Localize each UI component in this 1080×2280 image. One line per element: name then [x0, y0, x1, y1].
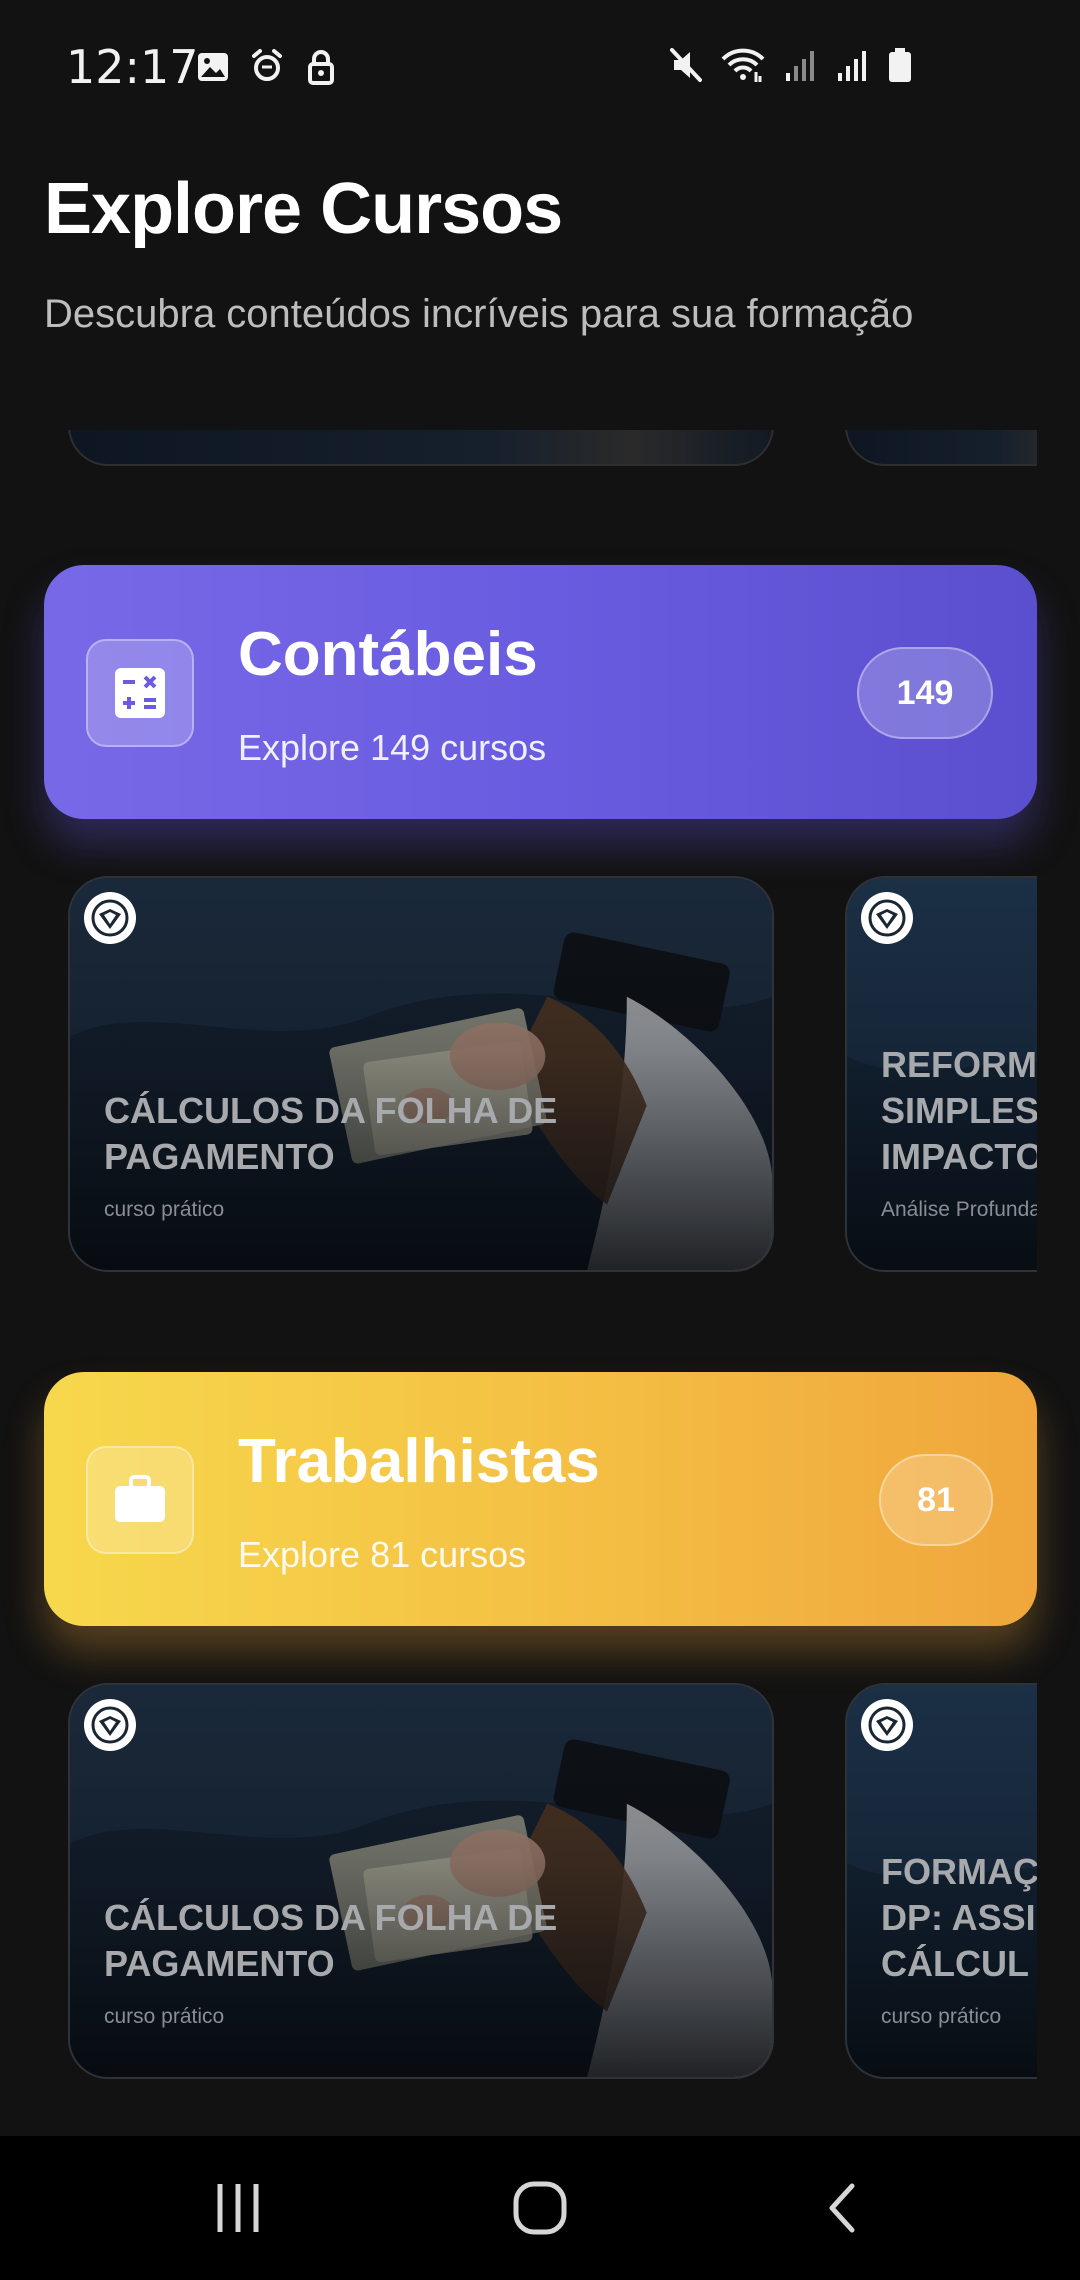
page-title: Explore Cursos — [44, 169, 563, 249]
page-subtitle: Descubra conteúdos incríveis para sua fo… — [44, 292, 914, 336]
category-banner-trabalhistas[interactable]: Trabalhistas Explore 81 cursos 81 — [44, 1372, 1037, 1626]
course-card[interactable]: CÁLCULOS DA FOLHA DE PAGAMENTO curso prá… — [68, 1683, 774, 2079]
course-card[interactable]: FORMAÇ DP: ASSI CÁLCUL curso prático — [845, 1683, 1037, 2079]
course-title-line: SIMPLES — [881, 1090, 1037, 1131]
course-card[interactable]: CÁLCULOS DA FOLHA DE PAGAMENTO curso prá… — [68, 876, 774, 1272]
course-title-line: CÁLCULOS DA FOLHA DE — [104, 1090, 558, 1131]
signal-icon — [838, 51, 866, 81]
course-carousel-trabalhistas[interactable]: CÁLCULOS DA FOLHA DE PAGAMENTO curso prá… — [0, 1677, 1037, 2087]
battery-icon — [889, 48, 911, 82]
course-tag: curso prático — [104, 1198, 225, 1221]
calculator-icon — [86, 639, 194, 747]
navigation-bar — [0, 2136, 1080, 2280]
mute-icon — [670, 48, 702, 82]
status-time: 12:17 — [66, 40, 199, 94]
course-carousel-contabeis[interactable]: CÁLCULOS DA FOLHA DE PAGAMENTO curso prá… — [0, 870, 1037, 1280]
brand-logo-icon — [84, 892, 136, 944]
status-bar: 12:17 — [0, 0, 1080, 135]
course-title-line: PAGAMENTO — [104, 1943, 335, 1984]
category-subtitle: Explore 149 cursos — [238, 727, 547, 768]
course-tag: curso prático — [104, 2005, 225, 2028]
course-count-badge: 81 — [879, 1454, 993, 1546]
course-card-partial[interactable] — [68, 430, 774, 466]
brand-logo-icon — [861, 1699, 913, 1751]
category-subtitle: Explore 81 cursos — [238, 1534, 527, 1575]
course-title-line: FORMAÇ — [881, 1851, 1037, 1892]
course-card-partial[interactable] — [845, 430, 1037, 466]
category-title: Contábeis — [238, 620, 538, 689]
briefcase-icon — [86, 1446, 194, 1554]
previous-course-row — [0, 430, 1037, 470]
course-card[interactable]: REFORM SIMPLES IMPACTO Análise Profunda — [845, 876, 1037, 1272]
signal-icon — [786, 51, 814, 81]
category-title: Trabalhistas — [238, 1427, 600, 1496]
course-tag: curso prático — [881, 2005, 1002, 2028]
lock-icon — [308, 50, 334, 85]
status-left-icons — [195, 48, 339, 86]
wifi-icon — [721, 48, 765, 82]
course-tag: Análise Profunda — [881, 1198, 1037, 1221]
course-title-line: PAGAMENTO — [104, 1136, 335, 1177]
back-icon[interactable] — [802, 2172, 882, 2244]
brand-logo-icon — [84, 1699, 136, 1751]
course-title-line: REFORM — [881, 1044, 1037, 1085]
image-icon — [198, 53, 228, 81]
screen: 12:17 Explore Cursos Descubra conteúdos … — [0, 0, 1080, 2280]
category-banner-contabeis[interactable]: Contábeis Explore 149 cursos 149 — [44, 565, 1037, 819]
home-icon[interactable] — [500, 2172, 580, 2244]
course-title-line: IMPACTO — [881, 1136, 1037, 1177]
brand-logo-icon — [861, 892, 913, 944]
course-title-line: DP: ASSI — [881, 1897, 1036, 1938]
course-title-line: CÁLCUL — [881, 1943, 1029, 1984]
alarm-icon — [252, 49, 282, 81]
course-count-badge: 149 — [857, 647, 993, 739]
course-title-line: CÁLCULOS DA FOLHA DE — [104, 1897, 558, 1938]
status-right-icons — [668, 46, 914, 84]
recents-icon[interactable] — [198, 2172, 278, 2244]
